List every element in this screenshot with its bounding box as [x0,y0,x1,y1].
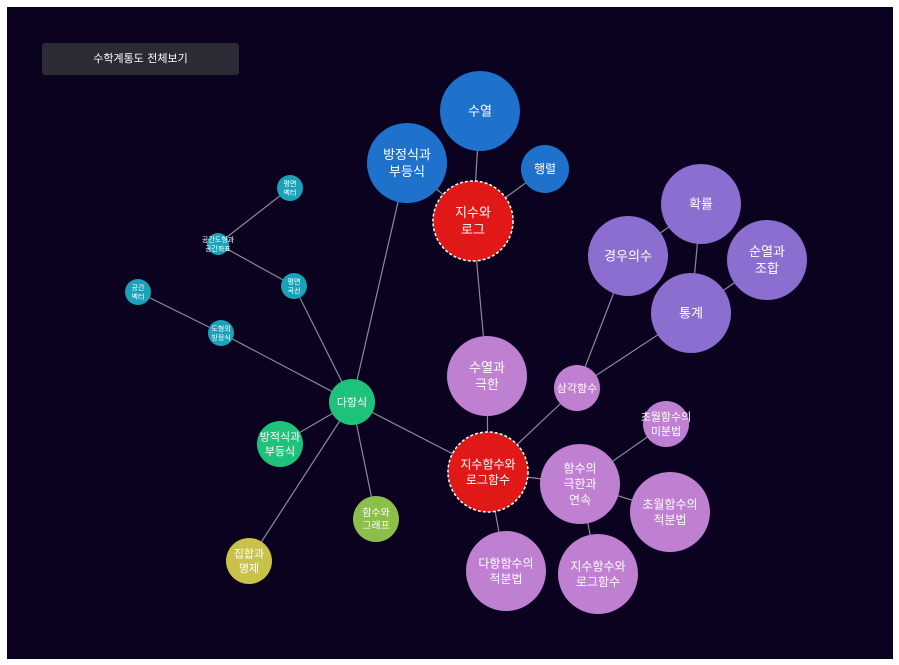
node-label: 다항식 [337,396,367,409]
edge-dahangsik-jiphap [248,401,353,562]
node-label-line: 함수와 [362,507,390,519]
node-label: 방적식과 부등식 [260,431,300,458]
node-jisu-log[interactable]: 지수와로그 [432,180,514,262]
node-label-line: 방적식과 [260,431,300,444]
node-label: 수열 [468,105,492,120]
edge-gonggan-vector-dohyeong-bangjeong [137,291,222,334]
node-label-line: 로그 [461,223,485,238]
node-label-line: 지수와 [455,206,491,221]
node-jiphap[interactable]: 집합과 명제 [226,538,272,584]
node-label-line: 지수함수와 [570,559,625,573]
node-tonggye[interactable]: 통계 [651,273,731,353]
node-label-line: 초월함수의 [641,411,692,424]
node-hwakryul[interactable]: 확률 [661,164,741,244]
node-hamsu-graph[interactable]: 함수와 그래프 [353,496,399,542]
node-label-line: 부등식 [265,445,295,458]
node-gonggan-vector[interactable]: 공간 벡터 [125,279,151,305]
node-label-line: 미분법 [651,425,681,438]
node-label-line: 함수의 [563,462,596,476]
node-label-line: 방정식과 [383,148,431,163]
node-label-line: 수열 [468,105,492,120]
node-dohyeong-bangjeong[interactable]: 도형의 방정식 [208,320,234,346]
node-circle [353,496,399,542]
node-jisuhamsu[interactable]: 지수함수와로그함수 [447,431,529,513]
node-label-line: 확률 [689,198,713,213]
node-label-line: 집합과 [234,548,264,561]
node-circle [281,273,307,299]
node-label-line: 로그함수 [576,575,620,589]
node-label-line: 통계 [679,307,703,322]
node-layer: 수열방정식과 부등식 행렬지수와 로그확률경우의수 순열과 조합통계수열과 극한 삼각함수초월… [125,71,807,614]
node-label-line: 연속 [569,493,591,507]
node-label-line: 적분법 [653,513,686,527]
node-label-line: 극한과 [563,477,596,491]
node-bangjeongsik[interactable]: 방정식과부등식 [367,123,447,203]
node-label: 지수함수와로그함수 [570,559,625,589]
node-circle [558,534,638,614]
node-label-line: 행렬 [534,161,556,176]
node-label-line: 공간 [132,283,145,292]
node-label: 경우의수 [604,250,652,265]
node-circle [208,320,234,346]
node-label-line: 초월함수의 [642,497,697,511]
concept-map-canvas: 수학계통도 전체보기 수열 방정식과 부등식 행렬 지수와 로그 확률 경우의수 순열과 조합 통계… [7,7,893,659]
node-label: 통계 [679,307,703,322]
node-label: 지수함수와로그함수 [460,457,515,487]
node-jisu-log-2[interactable]: 지수함수와로그함수 [558,534,638,614]
node-label-line: 수열과 [469,361,505,376]
node-label-line: 부등식 [389,165,425,180]
node-hamsu-geukhan[interactable]: 함수의 극한과연속 [540,444,620,524]
node-dahang-jeokbun[interactable]: 다항함수의적분법 [466,531,546,611]
node-label-line: 벡터 [284,188,297,197]
node-circle [630,472,710,552]
node-pyeongmyeon-vector[interactable]: 평면 벡터 [277,175,303,201]
node-label-line: 방정식 [211,333,230,342]
node-label-line: 도형의 [211,324,230,333]
node-circle [226,538,272,584]
node-label-line: 순열과 [749,245,785,260]
node-samgak[interactable]: 삼각함수 [554,365,600,411]
node-haengryeol[interactable]: 행렬 [521,145,569,193]
node-label-line: 지수함수와 [460,457,515,471]
node-label-line: 벡터 [132,292,145,301]
node-dahangsik[interactable]: 다항식 [329,379,375,425]
node-circle [447,431,529,513]
node-suyeol-geukhan[interactable]: 수열과극한 [447,336,527,416]
node-label-line: 극한 [475,378,499,393]
node-label-line: 그래프 [362,520,390,532]
node-label: 방정식과부등식 [383,148,431,180]
node-gyeongu[interactable]: 경우의수 [588,216,668,296]
node-circle [277,175,303,201]
node-circle [125,279,151,305]
node-label-line: 조합 [755,262,779,277]
node-label-line: 적분법 [489,572,522,586]
node-circle [643,401,689,447]
concept-map: 수열방정식과 부등식 행렬지수와 로그확률경우의수 순열과 조합통계수열과 극한 삼각함수초월… [125,71,807,614]
node-label: 행렬 [534,161,556,176]
node-label-line: 삼각함수 [557,382,597,395]
node-chowol-jeokbun[interactable]: 초월함수의적분법 [630,472,710,552]
node-label-line: 평면 [288,277,301,286]
node-label-line: 로그함수 [466,473,510,487]
node-label: 확률 [689,198,713,213]
node-label: 삼각함수 [557,382,597,395]
node-label-line: 명제 [239,562,259,575]
node-sunyeol[interactable]: 순열과조합 [727,220,807,300]
node-pyeongmyeon-gokseon[interactable]: 평면 곡선 [281,273,307,299]
node-label-line: 곡선 [288,286,301,295]
node-suyeol[interactable]: 수열 [440,71,520,151]
node-circle [466,531,546,611]
node-bangjeok[interactable]: 방적식과 부등식 [257,421,303,467]
node-label-line: 경우의수 [604,250,652,265]
node-label-line: 다항함수의 [478,556,533,570]
node-circle [257,421,303,467]
node-chowol-mibun[interactable]: 초월함수의 미분법 [641,401,692,447]
node-label-line: 공간좌표 [205,244,231,253]
node-label-line: 평면 [284,179,297,188]
node-label-line: 다항식 [337,396,367,409]
node-gonggan-dohyeong[interactable]: 공간도형과 공간좌표 [202,233,235,255]
node-label-line: 공간도형과 [202,235,235,244]
